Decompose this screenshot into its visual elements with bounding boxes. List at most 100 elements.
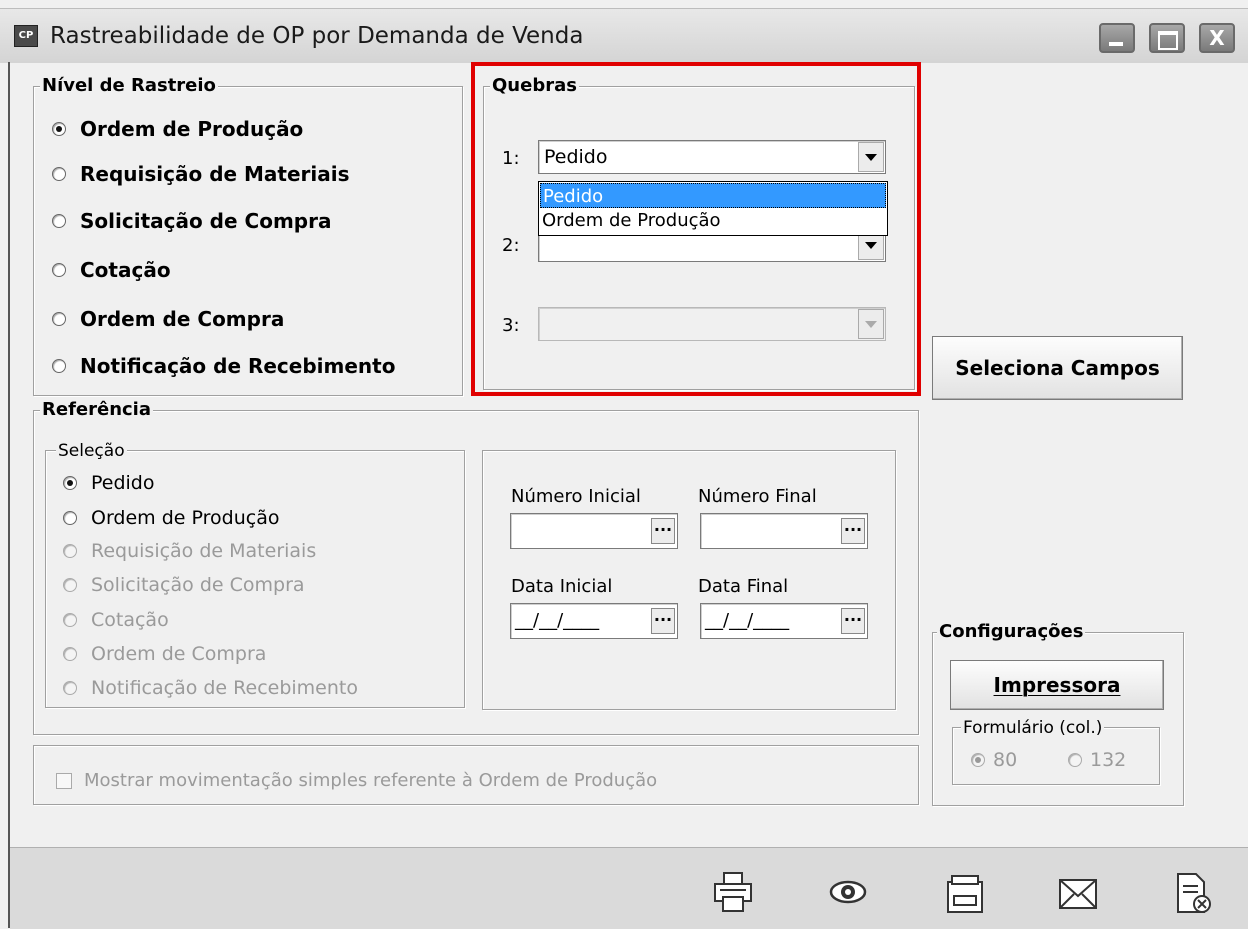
formulario-radio-80[interactable]: 80: [971, 749, 1017, 771]
quebra-1-label: 1:: [502, 148, 520, 169]
dropdown-arrow-button[interactable]: [858, 142, 884, 172]
calendar-ellipsis-button[interactable]: ...: [651, 608, 675, 634]
data-inicial-value: __/__/____: [515, 610, 600, 631]
nivel-radio-ordem-producao[interactable]: Ordem de Produção: [52, 117, 303, 141]
nivel-radio-solicitacao-compra[interactable]: Solicitação de Compra: [52, 209, 331, 233]
nivel-radio-cotacao[interactable]: Cotação: [52, 258, 171, 282]
radio-label: Notificação de Recebimento: [80, 354, 396, 378]
radio-label: Ordem de Compra: [91, 643, 267, 665]
window: CP Rastreabilidade de OP por Demanda de …: [0, 0, 1248, 929]
quebras-legend: Quebras: [490, 75, 579, 97]
quebra-3-select[interactable]: [538, 307, 886, 341]
formulario-radio-132[interactable]: 132: [1068, 749, 1126, 771]
radio-label: Ordem de Compra: [80, 307, 285, 331]
radio-label: Solicitação de Compra: [91, 574, 305, 596]
nivel-radio-ordem-compra[interactable]: Ordem de Compra: [52, 307, 284, 331]
app-icon: CP: [14, 25, 38, 47]
chevron-down-icon: [865, 241, 877, 249]
close-report-icon[interactable]: [1170, 870, 1218, 918]
radio-indicator: [52, 167, 66, 181]
footer-toolbar: [10, 847, 1248, 929]
data-inicial-label: Data Inicial: [511, 576, 613, 597]
maximize-icon: [1158, 31, 1178, 50]
export-file-icon[interactable]: [942, 870, 990, 918]
nivel-rastreio-legend: Nível de Rastreio: [40, 75, 218, 97]
numero-inicial-input[interactable]: ...: [510, 513, 678, 549]
seleciona-campos-button[interactable]: Seleciona Campos: [932, 336, 1183, 400]
lookup-ellipsis-button[interactable]: ...: [651, 518, 675, 544]
radio-label: Cotação: [80, 258, 171, 282]
radio-indicator: [52, 359, 66, 373]
quebra-1-select[interactable]: Pedido: [538, 140, 886, 174]
data-final-input[interactable]: __/__/____ ...: [700, 603, 868, 639]
calendar-ellipsis-button[interactable]: ...: [841, 608, 865, 634]
selecao-radio-ordem-compra[interactable]: Ordem de Compra: [63, 643, 266, 665]
chevron-down-icon: [865, 320, 877, 328]
radio-label: Cotação: [91, 609, 169, 631]
mostrar-movimentacao-checkbox[interactable]: [56, 773, 72, 789]
printer-icon[interactable]: [710, 870, 758, 918]
impressora-button[interactable]: Impressora: [950, 660, 1164, 710]
radio-indicator: [971, 753, 985, 767]
radio-indicator: [63, 578, 77, 592]
data-inicial-input[interactable]: __/__/____ ...: [510, 603, 678, 639]
selecao-legend: Seleção: [56, 440, 127, 462]
selecao-radio-ordem-producao[interactable]: Ordem de Produção: [63, 507, 279, 529]
dropdown-option-pedido[interactable]: Pedido: [540, 183, 886, 208]
selecao-radio-solicitacao-compra[interactable]: Solicitação de Compra: [63, 574, 305, 596]
preview-eye-icon[interactable]: [826, 870, 874, 918]
radio-label: Requisição de Materiais: [91, 540, 317, 562]
radio-indicator: [52, 312, 66, 326]
nivel-radio-notificacao-recebimento[interactable]: Notificação de Recebimento: [52, 354, 395, 378]
radio-indicator: [63, 544, 77, 558]
radio-indicator: [1068, 753, 1082, 767]
close-icon: X: [1209, 26, 1225, 50]
numero-final-label: Número Final: [698, 486, 817, 507]
selecao-radio-pedido[interactable]: Pedido: [63, 472, 155, 494]
radio-indicator: [63, 681, 77, 695]
maximize-button[interactable]: [1149, 23, 1185, 53]
numero-final-input[interactable]: ...: [700, 513, 868, 549]
mostrar-movimentacao-label: Mostrar movimentação simples referente à…: [84, 770, 658, 791]
radio-label: Ordem de Produção: [91, 507, 280, 529]
radio-indicator: [63, 476, 77, 490]
selecao-radio-notificacao-recebimento[interactable]: Notificação de Recebimento: [63, 677, 358, 699]
impressora-label: Impressora: [993, 673, 1121, 697]
close-button[interactable]: X: [1199, 23, 1235, 53]
numero-inicial-label: Número Inicial: [511, 486, 641, 507]
selecao-radio-cotacao[interactable]: Cotação: [63, 609, 169, 631]
minimize-button[interactable]: [1099, 23, 1135, 53]
dropdown-option-ordem-producao[interactable]: Ordem de Produção: [540, 208, 886, 233]
radio-indicator: [63, 613, 77, 627]
nivel-radio-requisicao-materiais[interactable]: Requisição de Materiais: [52, 162, 350, 186]
radio-label: Requisição de Materiais: [80, 162, 350, 186]
data-final-value: __/__/____: [705, 610, 790, 631]
radio-indicator: [52, 263, 66, 277]
radio-label: Solicitação de Compra: [80, 209, 332, 233]
formulario-legend: Formulário (col.): [961, 717, 1105, 739]
radio-indicator: [63, 511, 77, 525]
quebra-3-label: 3:: [502, 315, 520, 336]
email-icon[interactable]: [1056, 870, 1104, 918]
data-final-label: Data Final: [698, 576, 789, 597]
title-bar: CP Rastreabilidade de OP por Demanda de …: [0, 8, 1248, 63]
radio-label: Pedido: [91, 472, 155, 494]
dropdown-arrow-button[interactable]: [858, 309, 884, 339]
quebra-2-label: 2:: [502, 235, 520, 256]
quebra-1-dropdown-list: Pedido Ordem de Produção: [538, 181, 888, 236]
radio-label: 132: [1090, 749, 1127, 771]
radio-label: 80: [993, 749, 1018, 771]
radio-indicator: [52, 214, 66, 228]
radio-label: Notificação de Recebimento: [91, 677, 358, 699]
quebra-1-value: Pedido: [544, 146, 608, 168]
chevron-down-icon: [865, 153, 877, 161]
configuracoes-legend: Configurações: [937, 621, 1086, 643]
radio-label: Ordem de Produção: [80, 117, 304, 141]
window-title: Rastreabilidade de OP por Demanda de Ven…: [50, 23, 584, 49]
minimize-icon: [1109, 42, 1123, 46]
radio-indicator: [52, 122, 66, 136]
selecao-radio-requisicao-materiais[interactable]: Requisição de Materiais: [63, 540, 316, 562]
lookup-ellipsis-button[interactable]: ...: [841, 518, 865, 544]
radio-indicator: [63, 647, 77, 661]
referencia-legend: Referência: [40, 399, 153, 421]
